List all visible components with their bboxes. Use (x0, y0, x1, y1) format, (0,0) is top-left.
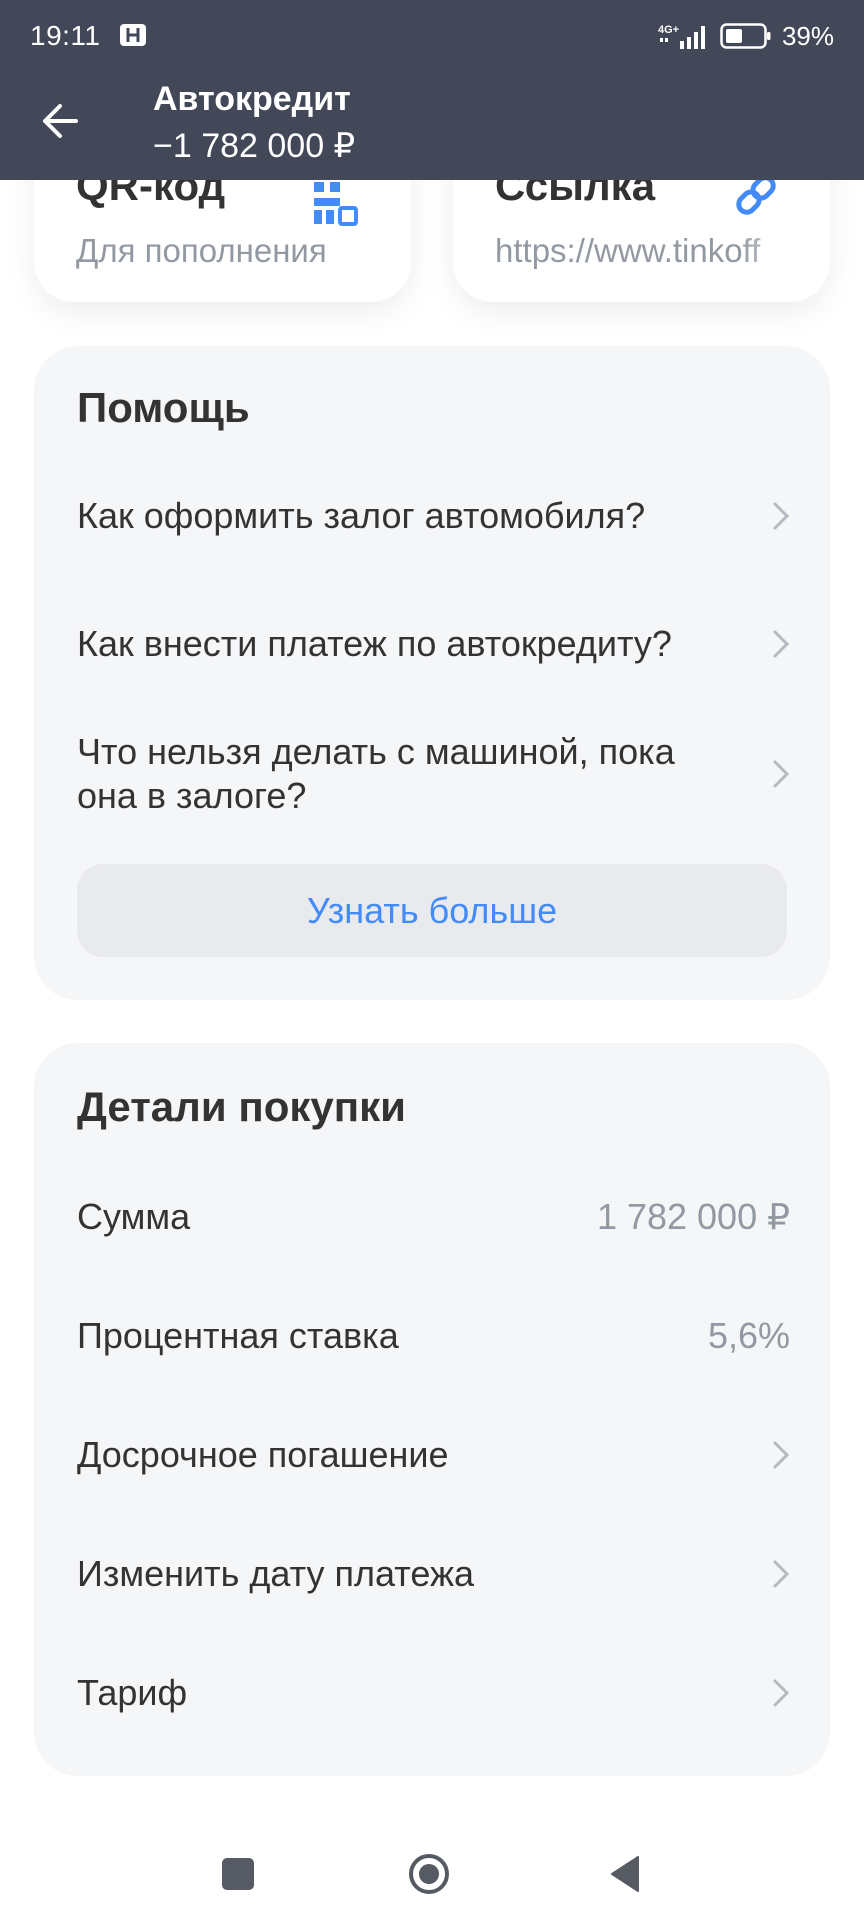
back-arrow-icon[interactable] (38, 100, 80, 142)
system-navigation-bar (0, 1810, 864, 1920)
loan-balance: −1 782 000 ₽ (153, 127, 356, 165)
help-section: Помощь Как оформить залог автомобиля? Ка… (34, 346, 830, 1000)
details-row-change-payment-date[interactable]: Изменить дату платежа (77, 1552, 790, 1596)
chevron-right-icon (773, 1441, 790, 1469)
purchase-details-section: Детали покупки Сумма 1 782 000 ₽ Процент… (34, 1043, 830, 1776)
details-row-label: Тариф (77, 1672, 188, 1713)
chevron-right-icon (773, 1679, 790, 1707)
help-item-label: Как оформить залог автомобиля? (77, 495, 646, 536)
status-indicators: 4G+ 39% (658, 18, 834, 54)
details-row-label: Изменить дату платежа (77, 1553, 475, 1594)
learn-more-button[interactable]: Узнать больше (77, 864, 787, 957)
battery-percent: 39% (781, 20, 834, 51)
details-row-label: Досрочное погашение (77, 1434, 449, 1475)
help-item-label: Как внести платеж по автокредиту? (77, 623, 672, 664)
details-row-label: Процентная ставка (77, 1315, 399, 1356)
help-item-label: Что нельзя делать с машиной, пока она в … (77, 731, 675, 816)
signal-icon: 4G+ (658, 24, 705, 49)
details-row-tariff[interactable]: Тариф (77, 1671, 790, 1715)
details-title: Детали покупки (77, 1083, 406, 1130)
help-item-make-payment[interactable]: Как внести платеж по автокредиту? (77, 622, 790, 666)
chevron-right-icon (773, 760, 790, 788)
chevron-right-icon (773, 630, 790, 658)
chevron-right-icon (773, 502, 790, 530)
notification-app-icon (120, 24, 146, 46)
svg-text:4G+: 4G+ (658, 24, 679, 36)
details-row-value: 1 782 000 ₽ (596, 1196, 790, 1237)
text-fade (740, 220, 830, 280)
help-item-car-pledge[interactable]: Как оформить залог автомобиля? (77, 494, 790, 538)
page-title: Автокредит (153, 80, 351, 118)
qr-code-card-subtitle: Для пополнения (76, 232, 327, 269)
system-back-icon[interactable] (604, 1852, 648, 1896)
help-item-restrictions[interactable]: Что нельзя делать с машиной, пока она в … (77, 730, 790, 818)
link-card-subtitle: https://www.tinkoff (495, 232, 761, 269)
status-time: 19:11 (30, 20, 101, 51)
qr-code-icon (314, 182, 358, 226)
details-row-value: 5,6% (707, 1315, 790, 1356)
home-icon[interactable] (407, 1852, 451, 1896)
battery-icon (720, 23, 771, 49)
details-row-interest-rate: Процентная ставка 5,6% (77, 1314, 790, 1358)
app-header: 19:11 4G+ 39% Автокредит −1 782 000 ₽ (0, 0, 864, 180)
chevron-right-icon (773, 1560, 790, 1588)
help-title: Помощь (77, 384, 250, 431)
recent-apps-icon[interactable] (216, 1852, 260, 1896)
details-row-early-repayment[interactable]: Досрочное погашение (77, 1433, 790, 1477)
details-row-amount: Сумма 1 782 000 ₽ (77, 1195, 790, 1239)
